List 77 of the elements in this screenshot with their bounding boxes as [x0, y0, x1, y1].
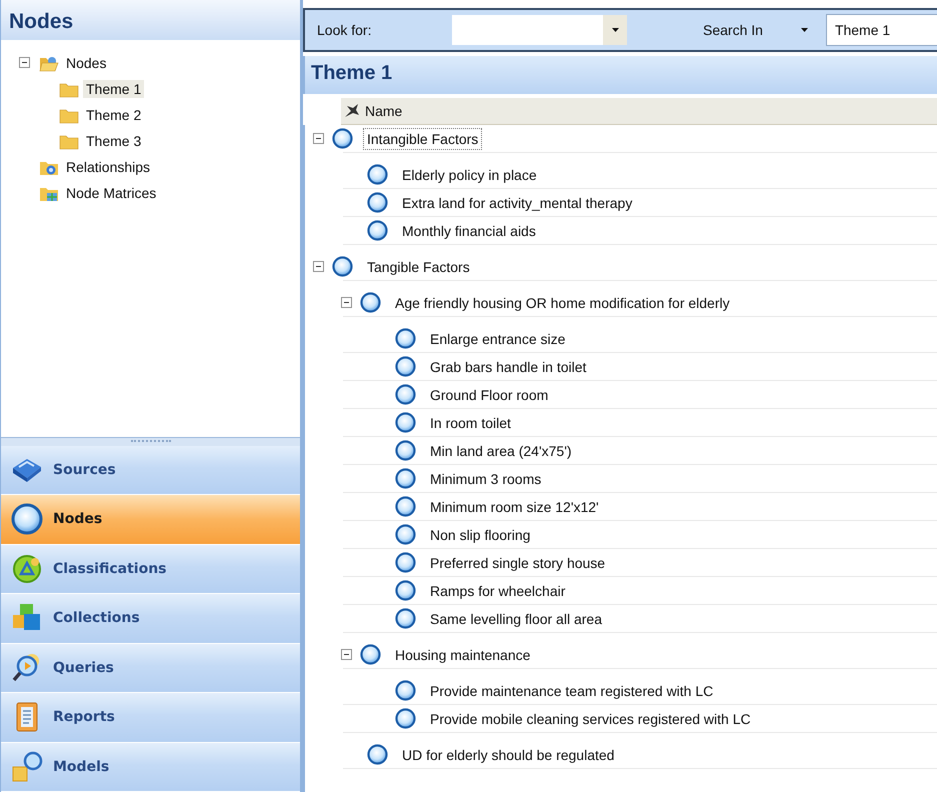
- node-item[interactable]: Intangible Factors: [363, 128, 482, 150]
- tree-item[interactable]: Theme 2: [83, 106, 144, 124]
- collapse-toggle[interactable]: [19, 57, 30, 68]
- node-icon: [367, 164, 388, 185]
- folder-icon: [59, 80, 79, 98]
- dropdown-arrow-icon: [612, 28, 618, 32]
- node-icon: [395, 524, 416, 545]
- nav-button[interactable]: Nodes: [1, 495, 300, 544]
- tree-item[interactable]: Theme 1: [83, 80, 144, 98]
- tree-item[interactable]: Nodes: [63, 54, 110, 72]
- collapse-toggle[interactable]: [313, 133, 324, 144]
- node-icon: [395, 708, 416, 729]
- node-icon: [395, 468, 416, 489]
- node-item[interactable]: Housing maintenance: [391, 644, 534, 666]
- collapse-toggle[interactable]: [313, 261, 324, 272]
- node-item[interactable]: Minimum 3 rooms: [426, 468, 546, 490]
- open-folder-icon: [39, 54, 59, 72]
- search-in-field[interactable]: Theme 1: [826, 14, 937, 46]
- node-icon: [367, 192, 388, 213]
- node-icon: [367, 220, 388, 241]
- node-icon: [395, 440, 416, 461]
- panel-header: Nodes: [1, 0, 300, 40]
- node-item[interactable]: Provide maintenance team registered with LC: [426, 680, 718, 702]
- node-icon: [360, 644, 381, 665]
- node-icon: [395, 384, 416, 405]
- search-in-label: Search In: [702, 22, 763, 38]
- tree-item[interactable]: Relationships: [63, 158, 154, 176]
- folder-icon: [59, 132, 79, 150]
- node-icon: [395, 580, 416, 601]
- node-item[interactable]: Preferred single story house: [426, 552, 610, 574]
- sphere-icon: [11, 503, 43, 536]
- nav-button[interactable]: Classifications: [1, 544, 300, 594]
- column-header[interactable]: Name: [365, 103, 402, 119]
- node-item[interactable]: Monthly financial aids: [398, 220, 540, 242]
- dropdown-arrow-icon[interactable]: [800, 28, 808, 32]
- nav-button[interactable]: Collections: [1, 594, 300, 644]
- node-icon: [395, 412, 416, 433]
- node-icon: [395, 552, 416, 573]
- node-item[interactable]: Enlarge entrance size: [426, 328, 570, 350]
- node-icon: [367, 744, 388, 765]
- node-icon: [395, 680, 416, 701]
- tree-item[interactable]: Theme 3: [83, 132, 144, 150]
- node-item[interactable]: Ground Floor room: [426, 384, 552, 406]
- node-icon: [395, 496, 416, 517]
- node-item[interactable]: Elderly policy in place: [398, 164, 541, 186]
- view-title: Theme 1: [303, 56, 937, 94]
- nav-button[interactable]: Models: [1, 742, 300, 792]
- node-item[interactable]: Non slip flooring: [426, 524, 534, 546]
- nav-button[interactable]: Sources: [1, 446, 300, 495]
- pin-icon: [343, 103, 361, 119]
- node-item[interactable]: Ramps for wheelchair: [426, 580, 570, 602]
- triangle-circle-icon: [11, 552, 43, 585]
- collapse-toggle[interactable]: [341, 649, 352, 660]
- look-for-label: Look for:: [316, 22, 372, 38]
- node-icon: [360, 292, 381, 313]
- shapes-icon: [11, 750, 43, 783]
- node-item[interactable]: Provide mobile cleaning services registered with LC: [426, 708, 755, 730]
- folder-icon: [59, 106, 79, 124]
- node-item[interactable]: UD for elderly should be regulated: [398, 744, 618, 766]
- node-item[interactable]: Same levelling floor all area: [426, 608, 606, 630]
- node-item[interactable]: Minimum room size 12'x12': [426, 496, 603, 518]
- collapse-toggle[interactable]: [341, 297, 352, 308]
- node-item[interactable]: Age friendly housing OR home modification for elderly: [391, 292, 734, 314]
- node-item[interactable]: Grab bars handle in toilet: [426, 356, 590, 378]
- nav-button[interactable]: Queries: [1, 644, 300, 693]
- node-item[interactable]: In room toilet: [426, 412, 515, 434]
- node-icon: [332, 128, 353, 149]
- node-icon: [395, 328, 416, 349]
- node-item[interactable]: Min land area (24'x75'): [426, 440, 576, 462]
- look-for-field[interactable]: [452, 15, 627, 45]
- tree-item[interactable]: Node Matrices: [63, 184, 160, 202]
- node-item[interactable]: Extra land for activity_mental therapy: [398, 192, 636, 214]
- node-item[interactable]: Tangible Factors: [363, 256, 474, 278]
- node-icon: [395, 356, 416, 377]
- nav-button[interactable]: Reports: [1, 693, 300, 742]
- node-icon: [332, 256, 353, 277]
- node-icon: [395, 608, 416, 629]
